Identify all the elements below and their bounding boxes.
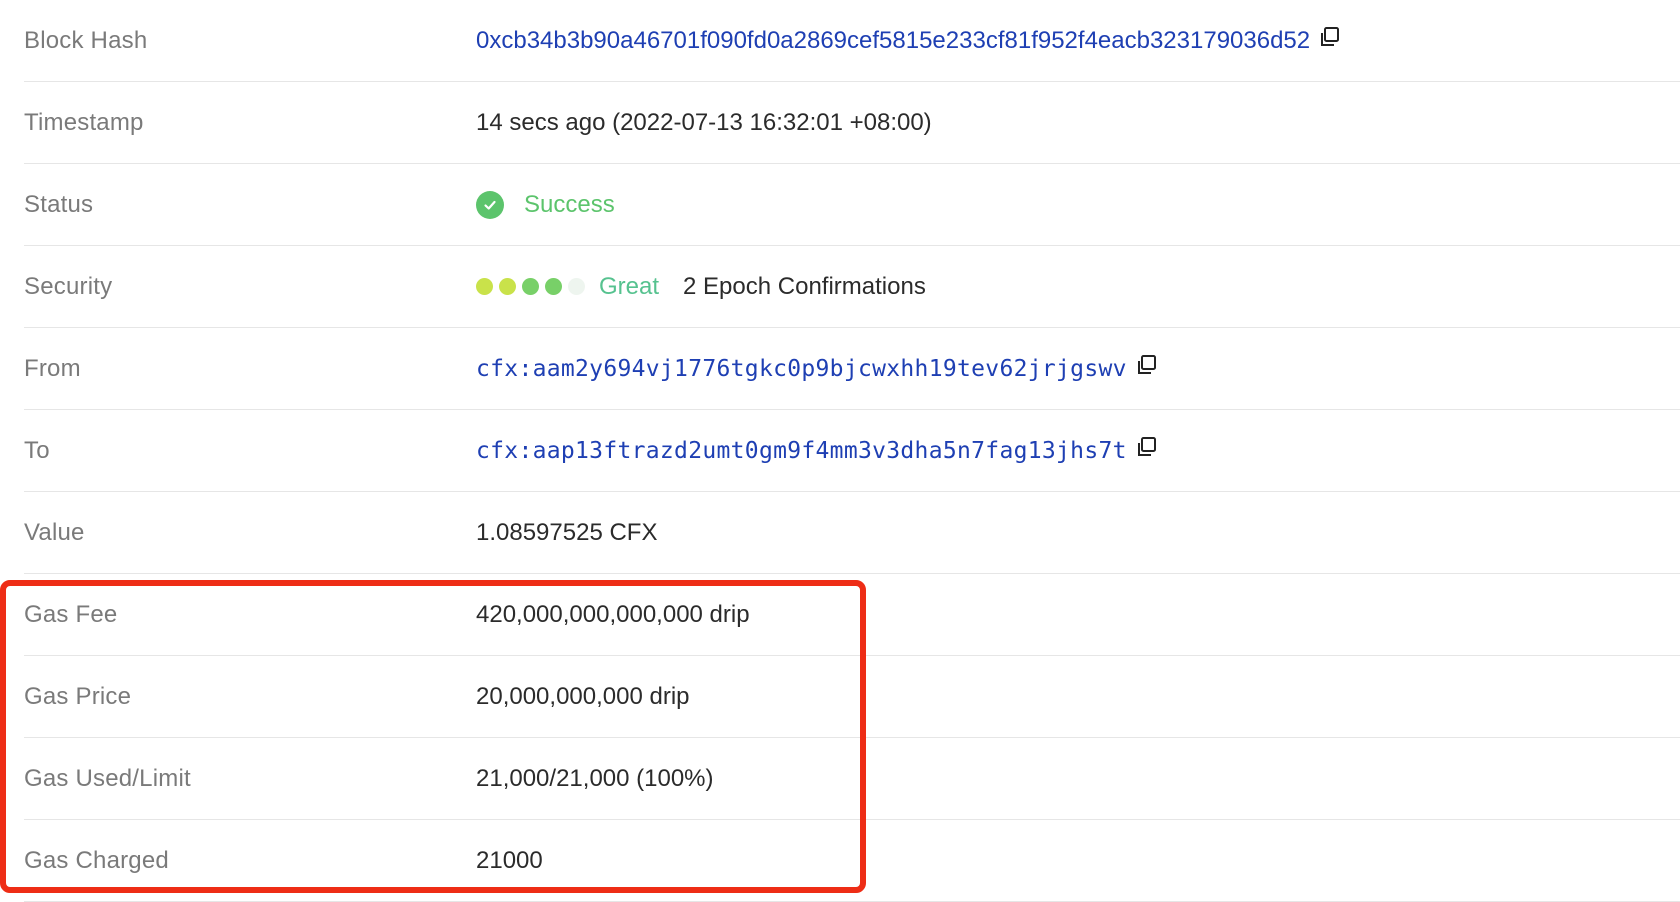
row-timestamp: Timestamp 14 secs ago (2022-07-13 16:32:… <box>24 82 1680 164</box>
gas-price-label: Gas Price <box>24 682 132 710</box>
row-status: Status Success <box>24 164 1680 246</box>
block-hash-link[interactable]: 0xcb34b3b90a46701f090fd0a2869cef5815e233… <box>476 27 1310 55</box>
gas-fee-label: Gas Fee <box>24 600 118 628</box>
security-dot <box>476 278 493 295</box>
gas-charged-value: 21000 <box>476 846 543 874</box>
gas-charged-label: Gas Charged <box>24 846 169 874</box>
row-gas-fee: Gas Fee 420,000,000,000,000 drip <box>24 574 1680 656</box>
gas-fee-value: 420,000,000,000,000 drip <box>476 600 750 628</box>
epoch-confirmations: 2 Epoch Confirmations <box>683 272 926 300</box>
security-level-text: Great <box>599 272 660 300</box>
row-security: Security Great 2 Epoch Confirmations <box>24 246 1680 328</box>
gas-used-limit-value: 21,000/21,000 (100%) <box>476 764 714 792</box>
security-dot <box>522 278 539 295</box>
from-label: From <box>24 354 81 382</box>
security-dot <box>499 278 516 295</box>
row-to: To cfx:aap13ftrazd2umt0gm9f4mm3v3dha5n7f… <box>24 410 1680 492</box>
timestamp-value: 14 secs ago (2022-07-13 16:32:01 +08:00) <box>476 108 932 136</box>
security-dot <box>545 278 562 295</box>
status-value: Success <box>524 190 615 218</box>
from-address-link[interactable]: cfx:aam2y694vj1776tgkc0p9bjcwxhh19tev62j… <box>476 356 1127 382</box>
copy-icon[interactable] <box>1135 436 1157 458</box>
row-gas-price: Gas Price 20,000,000,000 drip <box>24 656 1680 738</box>
gas-price-value: 20,000,000,000 drip <box>476 682 690 710</box>
check-circle-icon <box>476 190 504 219</box>
security-dot <box>568 278 585 295</box>
to-label: To <box>24 436 50 464</box>
row-gas-charged: Gas Charged 21000 <box>24 820 1680 902</box>
to-address-link[interactable]: cfx:aap13ftrazd2umt0gm9f4mm3v3dha5n7fag1… <box>476 438 1127 464</box>
transaction-detail-table: Block Hash 0xcb34b3b90a46701f090fd0a2869… <box>24 0 1680 902</box>
status-label: Status <box>24 190 94 218</box>
copy-icon[interactable] <box>1318 26 1340 48</box>
security-label: Security <box>24 272 113 300</box>
copy-icon[interactable] <box>1135 354 1157 376</box>
row-gas-used-limit: Gas Used/Limit 21,000/21,000 (100%) <box>24 738 1680 820</box>
row-value: Value 1.08597525 CFX <box>24 492 1680 574</box>
timestamp-label: Timestamp <box>24 108 144 136</box>
value-amount: 1.08597525 CFX <box>476 518 658 546</box>
row-block-hash: Block Hash 0xcb34b3b90a46701f090fd0a2869… <box>24 0 1680 82</box>
block-hash-label: Block Hash <box>24 26 148 54</box>
value-label: Value <box>24 518 85 546</box>
security-level-indicator <box>476 278 585 295</box>
row-from: From cfx:aam2y694vj1776tgkc0p9bjcwxhh19t… <box>24 328 1680 410</box>
gas-used-limit-label: Gas Used/Limit <box>24 764 191 792</box>
